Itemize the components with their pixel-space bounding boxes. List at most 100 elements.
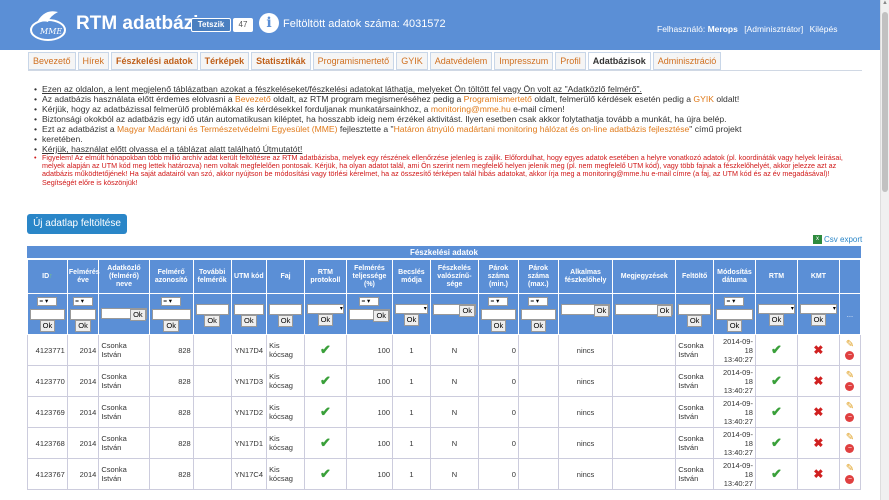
filter-select[interactable]: ▾	[757, 304, 795, 314]
vertical-scrollbar[interactable]: ▲	[880, 0, 889, 500]
email-link[interactable]: monitoring@mme.hu	[431, 104, 511, 114]
col-header[interactable]: Alkalmas fészkelőhely	[557, 259, 614, 294]
filter-ok-button[interactable]: Ok	[130, 309, 146, 321]
col-header[interactable]: RTM	[754, 259, 798, 294]
filter-ok-button[interactable]: Ok	[768, 314, 785, 326]
filter-input[interactable]	[520, 309, 556, 320]
gyik-link[interactable]: GYIK	[693, 94, 714, 104]
filter-input[interactable]	[716, 309, 753, 320]
col-id[interactable]: ID↑	[27, 259, 68, 294]
bevezeto-link[interactable]: Bevezető	[235, 94, 271, 104]
mme-link[interactable]: Magyar Madártani és Természetvédelmi Egy…	[117, 124, 338, 134]
tab-terkepek[interactable]: Térképek	[199, 52, 250, 70]
col-header[interactable]: Feltöltő	[675, 259, 715, 294]
scroll-up-arrow-icon[interactable]: ▲	[881, 0, 889, 10]
filter-ok-button[interactable]: Ok	[163, 320, 179, 332]
table-row[interactable]: 4123767 2014 Csonka István 828 YN17C4 Kis kóc…	[27, 458, 862, 490]
filter-op-select[interactable]: = ▾	[37, 297, 58, 306]
app-title[interactable]: RTM adatbázis	[76, 13, 209, 35]
col-header[interactable]: Módosítás dátuma	[713, 259, 756, 294]
tab-feszkelesi-adatok[interactable]: Fészkelési adatok	[111, 52, 198, 70]
col-header[interactable]: KMT	[796, 259, 840, 294]
col-header[interactable]: Felmérő azonosító	[148, 259, 194, 294]
tab-bevezeto[interactable]: Bevezető	[28, 52, 76, 70]
edit-pencil-icon[interactable]: ✎	[845, 402, 855, 412]
filter-input[interactable]: Ok	[560, 304, 611, 317]
edit-pencil-icon[interactable]: ✎	[845, 371, 855, 381]
col-header[interactable]: További felmérők	[192, 259, 232, 294]
edit-pencil-icon[interactable]: ✎	[845, 340, 855, 350]
table-row[interactable]: 4123770 2014 Csonka István 828 YN17D3 Kis kóc…	[27, 365, 862, 397]
col-header[interactable]: Felmérés teljessége (%)	[345, 259, 394, 294]
table-row[interactable]: 4123769 2014 Csonka István 828 YN17D2 Kis kóc…	[27, 396, 862, 428]
filter-input[interactable]	[481, 309, 516, 320]
like-button[interactable]: Tetszik	[191, 18, 231, 32]
tab-statisztikak[interactable]: Statisztikák	[251, 52, 311, 70]
tab-programismerteto[interactable]: Programismertető	[312, 52, 395, 70]
filter-ok-button[interactable]: Ok	[593, 305, 610, 317]
filter-more-dots[interactable]: ...	[838, 293, 862, 335]
filter-input[interactable]: Ok	[432, 304, 477, 317]
filter-select[interactable]: ▾	[799, 304, 837, 314]
filter-ok-button[interactable]: Ok	[277, 315, 294, 327]
filter-ok-button[interactable]: Ok	[204, 315, 220, 327]
filter-input[interactable]: Ok	[348, 309, 391, 322]
user-name[interactable]: Merops	[708, 24, 738, 34]
col-header[interactable]: Becslés módja	[392, 259, 431, 294]
filter-input[interactable]	[30, 309, 65, 320]
filter-ok-button[interactable]: Ok	[39, 320, 56, 332]
filter-input[interactable]	[151, 309, 191, 320]
filter-select[interactable]: ▾	[306, 304, 344, 314]
filter-input[interactable]	[678, 304, 712, 315]
filter-ok-button[interactable]: Ok	[726, 320, 743, 332]
filter-ok-button[interactable]: Ok	[490, 320, 507, 332]
filter-op-select[interactable]: = ▾	[528, 297, 549, 306]
tab-hirek[interactable]: Hírek	[77, 52, 110, 70]
filter-ok-button[interactable]: Ok	[656, 305, 673, 317]
filter-op-select[interactable]: = ▾	[73, 297, 94, 306]
filter-input[interactable]: Ok	[101, 308, 147, 321]
sort-asc-icon[interactable]: ↑	[49, 273, 53, 280]
filter-input[interactable]	[233, 304, 265, 315]
table-row[interactable]: 4123771 2014 Csonka István 828 YN17D4 Kis kóc…	[27, 334, 862, 366]
logout-link[interactable]: Kilépés	[810, 24, 838, 34]
csv-export-link[interactable]: x Csv export	[813, 235, 862, 245]
filter-ok-button[interactable]: Ok	[459, 305, 476, 317]
col-header[interactable]: Párok száma (min.)	[478, 259, 519, 294]
project-link[interactable]: Határon átnyúló madártani monitoring hál…	[394, 124, 690, 134]
delete-icon[interactable]: −	[845, 382, 855, 391]
new-sheet-button[interactable]: Új adatlap feltöltése	[27, 214, 127, 234]
filter-ok-button[interactable]: Ok	[810, 314, 827, 326]
tab-impresszum[interactable]: Impresszum	[494, 52, 554, 70]
tab-gyik[interactable]: GYIK	[396, 52, 428, 70]
tab-adatbazisok[interactable]: Adatbázisok	[587, 52, 651, 70]
edit-pencil-icon[interactable]: ✎	[845, 464, 855, 474]
filter-input[interactable]	[269, 304, 302, 315]
guide-link[interactable]: Kérjük, használat előtt olvassa el a táb…	[42, 144, 302, 154]
scroll-thumb[interactable]	[882, 12, 888, 192]
delete-icon[interactable]: −	[845, 444, 855, 453]
info-icon[interactable]: i	[259, 13, 279, 33]
filter-op-select[interactable]: = ▾	[161, 297, 182, 306]
filter-ok-button[interactable]: Ok	[241, 315, 257, 327]
tab-profil[interactable]: Profil	[555, 52, 586, 70]
filter-input[interactable]	[69, 309, 97, 320]
tab-adminisztracio[interactable]: Adminisztráció	[652, 52, 722, 70]
filter-input[interactable]	[195, 304, 229, 315]
tab-adatvedelem[interactable]: Adatvédelem	[429, 52, 493, 70]
filter-ok-button[interactable]: Ok	[530, 320, 547, 332]
filter-input[interactable]: Ok	[615, 304, 674, 317]
filter-op-select[interactable]: = ▾	[488, 297, 509, 306]
bird-logo-icon[interactable]: MME	[28, 6, 68, 42]
edit-pencil-icon[interactable]: ✎	[845, 433, 855, 443]
table-row[interactable]: 4123768 2014 Csonka István 828 YN17D1 Kis kóc…	[27, 427, 862, 459]
col-header[interactable]: Faj	[266, 259, 305, 294]
col-header[interactable]: RTM protokoll	[303, 259, 347, 294]
delete-icon[interactable]: −	[845, 413, 855, 422]
col-header[interactable]: Párok száma (max.)	[517, 259, 559, 294]
filter-ok-button[interactable]: Ok	[317, 314, 334, 326]
programismerteto-link[interactable]: Programismertető	[464, 94, 532, 104]
filter-op-select[interactable]: = ▾	[359, 297, 380, 306]
col-header[interactable]: Felmérés éve	[66, 259, 100, 294]
delete-icon[interactable]: −	[845, 351, 855, 360]
